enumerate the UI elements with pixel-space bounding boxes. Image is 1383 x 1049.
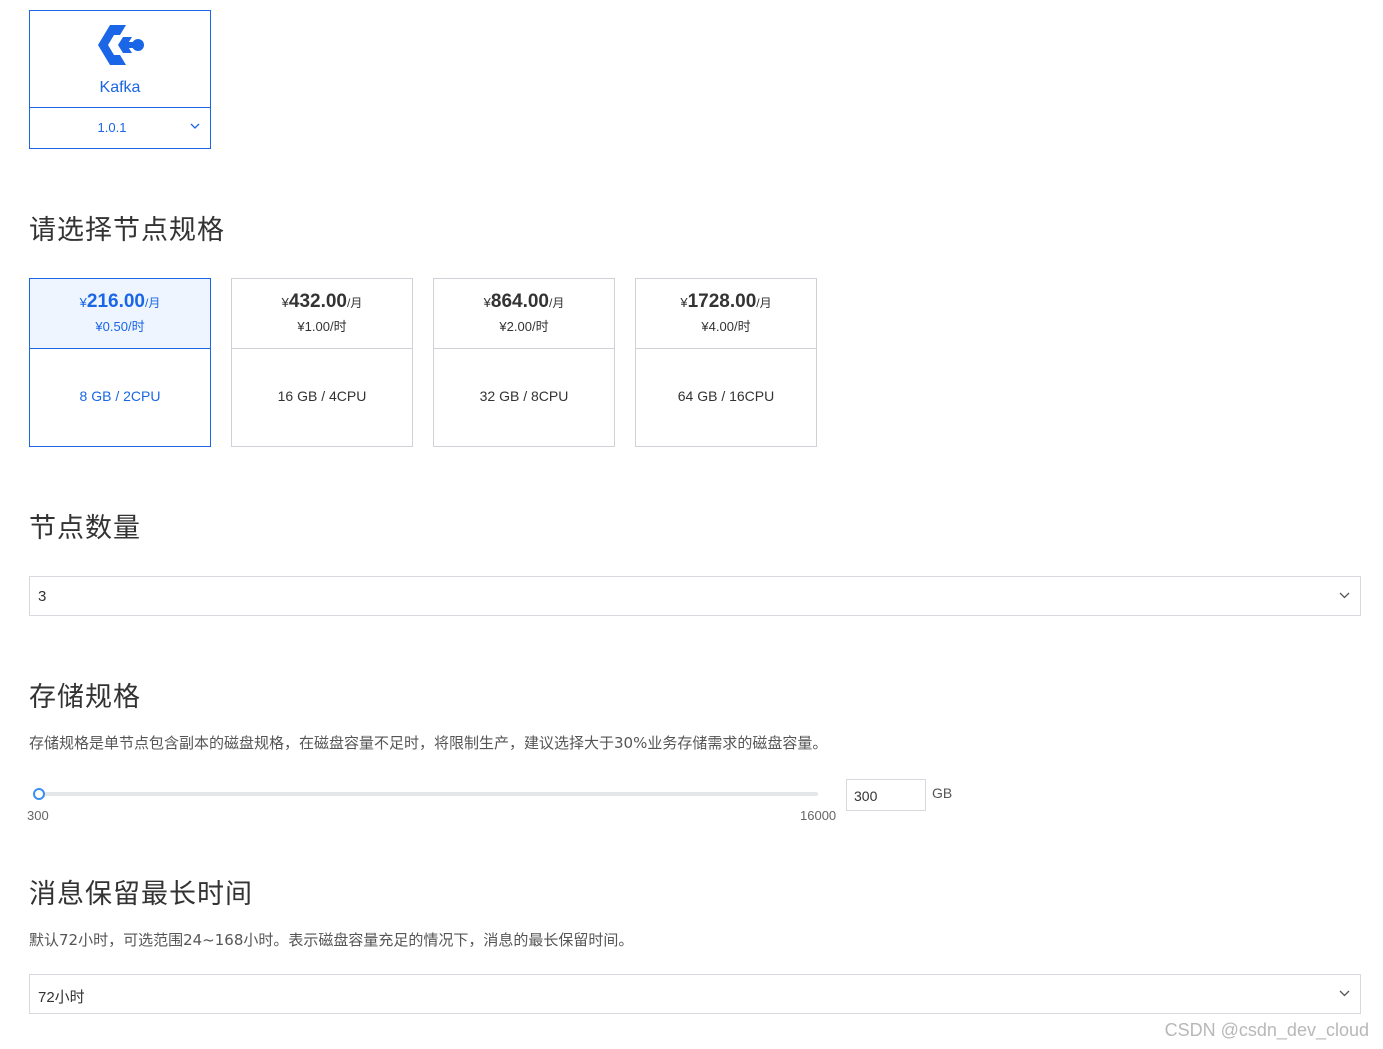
hourly-price: ¥1.00/时 — [297, 319, 347, 334]
engine-card-header: Kafka — [30, 11, 210, 107]
retention-description: 默认72小时，可选范围24~168小时。表示磁盘容量充足的情况下，消息的最长保留… — [29, 931, 634, 949]
spec-config: 64 GB / 16CPU — [677, 388, 775, 404]
per-month-label: /月 — [549, 296, 565, 310]
storage-size-input[interactable]: 300 — [846, 779, 926, 811]
node-count-select[interactable]: 3 — [29, 576, 1361, 616]
spec-option-price-area: ¥864.00/月 ¥2.00/时 — [434, 279, 614, 349]
kafka-logo-icon — [98, 25, 144, 65]
currency-symbol: ¥ — [483, 295, 491, 310]
retention-value: 72小时 — [38, 989, 85, 1006]
chevron-down-icon — [1339, 592, 1350, 599]
slider-min-label: 300 — [27, 808, 49, 823]
slider-max-label: 16000 — [800, 808, 837, 823]
retention-select[interactable]: 72小时 — [29, 974, 1361, 1014]
spec-config: 16 GB / 4CPU — [277, 388, 367, 404]
spec-config: 32 GB / 8CPU — [479, 388, 569, 404]
monthly-price: 864.00 — [490, 291, 549, 312]
hourly-price: ¥4.00/时 — [701, 319, 751, 334]
spec-option-8gb[interactable]: ¥216.00/月 ¥0.50/时 8 GB / 2CPU — [29, 278, 211, 447]
node-spec-title: 请选择节点规格 — [29, 215, 225, 246]
storage-description: 存储规格是单节点包含副本的磁盘规格，在磁盘容量不足时，将限制生产，建议选择大于3… — [29, 734, 828, 752]
hourly-price: ¥0.50/时 — [95, 319, 145, 334]
spec-option-price-area: ¥432.00/月 ¥1.00/时 — [232, 279, 412, 349]
spec-option-32gb[interactable]: ¥864.00/月 ¥2.00/时 32 GB / 8CPU — [433, 278, 615, 447]
per-month-label: /月 — [145, 296, 161, 310]
engine-card-kafka[interactable]: Kafka 1.0.1 — [29, 10, 211, 149]
spec-option-64gb[interactable]: ¥1728.00/月 ¥4.00/时 64 GB / 16CPU — [635, 278, 817, 447]
node-count-value: 3 — [38, 588, 47, 605]
monthly-price: 216.00 — [86, 291, 145, 312]
storage-slider-track[interactable] — [38, 792, 818, 796]
engine-name: Kafka — [99, 79, 141, 96]
version-value: 1.0.1 — [97, 120, 127, 135]
chevron-down-icon — [1339, 990, 1350, 997]
currency-symbol: ¥ — [281, 295, 289, 310]
spec-option-price-area: ¥1728.00/月 ¥4.00/时 — [636, 279, 816, 349]
per-month-label: /月 — [347, 296, 363, 310]
watermark: CSDN @csdn_dev_cloud — [1164, 1020, 1369, 1040]
version-select[interactable]: 1.0.1 — [30, 107, 210, 149]
monthly-price: 432.00 — [288, 291, 347, 312]
node-count-title: 节点数量 — [29, 513, 141, 544]
chevron-down-icon — [190, 123, 200, 129]
currency-symbol: ¥ — [680, 295, 688, 310]
spec-option-price-area: ¥216.00/月 ¥0.50/时 — [30, 279, 210, 349]
spec-option-16gb[interactable]: ¥432.00/月 ¥1.00/时 16 GB / 4CPU — [231, 278, 413, 447]
currency-symbol: ¥ — [79, 295, 87, 310]
per-month-label: /月 — [756, 296, 772, 310]
monthly-price: 1728.00 — [687, 291, 757, 312]
storage-slider-handle[interactable] — [33, 788, 45, 800]
spec-config: 8 GB / 2CPU — [79, 388, 161, 404]
hourly-price: ¥2.00/时 — [499, 319, 549, 334]
storage-title: 存储规格 — [29, 682, 141, 713]
storage-unit-label: GB — [932, 785, 953, 801]
retention-title: 消息保留最长时间 — [29, 879, 253, 910]
